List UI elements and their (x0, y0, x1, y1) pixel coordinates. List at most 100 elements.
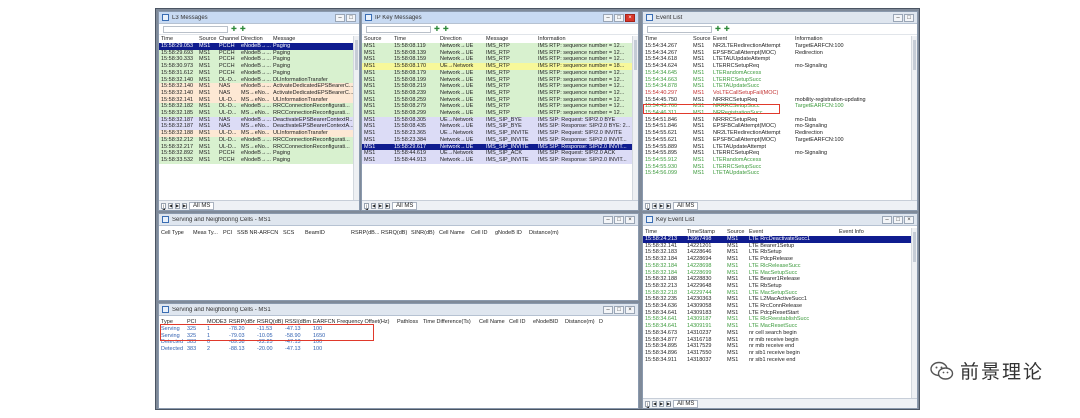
minimize-button[interactable]: – (603, 13, 613, 22)
table-row[interactable]: 15:54:34.663 MS1 LTERRCSetupSucc (643, 77, 917, 84)
vertical-scrollbar[interactable] (911, 228, 917, 398)
nav-prev-icon[interactable]: ◀ (652, 202, 657, 209)
table-row[interactable]: 15:58:34.641 14309187 MS1 LTE RlcReestablis… (643, 316, 917, 323)
minimize-button[interactable]: – (335, 13, 345, 22)
column-header[interactable]: Source (362, 35, 392, 43)
table-row[interactable]: 15:58:24.213 13967498 MS1 LTE RrcDeactivate… (643, 236, 917, 243)
table-row[interactable]: 15:58:32.213 14229648 MS1 LTE RbSetup (643, 283, 917, 290)
table-row[interactable]: 15:58:32.140 MS1 NAS MS→eNo... ActivateDedic… (159, 89, 359, 97)
nav-last-icon[interactable]: ▶| (385, 202, 390, 209)
nav-last-icon[interactable]: ▶| (666, 202, 671, 209)
nav-last-icon[interactable]: ▶| (182, 202, 187, 209)
table-row[interactable]: 15:58:34.896 14317550 MS1 nr sib1 receive b… (643, 350, 917, 357)
table-row[interactable]: MS1 15:58:08.170 UE→Network IMS_RTP IMS RTP:… (362, 63, 638, 70)
nav-first-icon[interactable]: |◀ (364, 202, 369, 210)
column-header[interactable]: Direction (438, 35, 484, 43)
table-row[interactable]: 15:54:34.624 MS1 LTERRCSetupReq mo-Signalin… (643, 63, 917, 70)
table-row[interactable]: 15:58:29.693 MS1 PCCH eNodeB→... Paging (159, 49, 359, 57)
table-row[interactable]: 15:58:32.235 14230363 MS1 LTE L2MacActiveSu… (643, 296, 917, 303)
table-row[interactable]: 15:54:51.846 MS1 EPSFBCallAttempt(MOC) mo-S… (643, 123, 917, 130)
column-header[interactable]: Time (643, 35, 691, 43)
table-row[interactable]: 15:54:55.889 MS1 LTETAUpdateAttempt (643, 144, 917, 151)
column-header[interactable]: Source (197, 35, 217, 43)
table-row[interactable]: 15:58:32.184 14228694 MS1 LTE PdcpRelease (643, 256, 917, 263)
minimize-button[interactable]: – (893, 13, 903, 22)
column-header[interactable]: Time Difference(Ts) (421, 318, 477, 326)
column-header[interactable]: D (597, 318, 638, 326)
table-row[interactable]: 15:58:32.187 MS1 NAS MS→eNo... DeactivateEPS… (159, 123, 359, 131)
nav-next-icon[interactable]: ▶ (659, 202, 664, 209)
minimize-button[interactable]: – (882, 215, 892, 224)
table-row[interactable]: 15:58:34.877 14316718 MS1 nr mib receive be… (643, 337, 917, 344)
table-row[interactable]: 15:58:32.212 MS1 DL-D... eNodeB→... RRCConne… (159, 136, 359, 144)
ip-filter-box[interactable] (366, 25, 431, 33)
table-row[interactable]: 15:54:40.297 MS1 VoLTECallSetupFail(MOC) (643, 90, 917, 97)
column-header[interactable]: Time (159, 35, 197, 43)
table-row[interactable]: 15:54:34.618 MS1 LTETAUUpdateAttempt (643, 56, 917, 63)
l3-filter-box[interactable] (163, 25, 228, 33)
table-row[interactable]: 15:58:32.187 MS1 NAS eNodeB→... DeactivateEP… (159, 116, 359, 124)
table-row[interactable]: 15:58:34.911 14318037 MS1 nr sib1 receive e… (643, 357, 917, 364)
column-header[interactable]: BeamID (303, 229, 349, 237)
column-header[interactable]: Event (747, 228, 837, 236)
table-row[interactable]: 15:54:55.895 MS1 LTERRCSetupReq mo-Signalin… (643, 150, 917, 157)
nav-prev-icon[interactable]: ◀ (371, 202, 376, 209)
maximize-button[interactable]: □ (614, 305, 624, 314)
table-row[interactable]: 15:58:32.183 14228646 MS1 LTE RbSetup (643, 249, 917, 256)
column-header[interactable]: Distance(m) (563, 318, 597, 326)
table-row[interactable]: 15:58:34.895 14317529 MS1 nr mib receive en… (643, 343, 917, 350)
tab-all-ms[interactable]: All MS (673, 201, 699, 210)
table-row[interactable]: MS1 15:58:44.913 Network→UE IMS_SIP_INVITE I… (362, 156, 638, 164)
table-row[interactable]: MS1 15:58:08.305 UE→Network IMS_SIP_BYE IMS … (362, 116, 638, 124)
table-row[interactable]: 15:58:32.141 14221201 MS1 LTE Bearer1Setup (643, 243, 917, 250)
arrow-down-icon[interactable]: ✚ (443, 26, 449, 33)
table-row[interactable]: Detected 383 2 -88.13 -20.00 -47.13 100 (159, 346, 638, 353)
column-header[interactable]: Message (271, 35, 359, 43)
column-header[interactable]: Direction (239, 35, 271, 43)
table-row[interactable]: 15:58:32.140 MS1 NAS eNodeB→... ActivateDedi… (159, 83, 359, 90)
table-row[interactable]: 15:58:30.333 MS1 PCCH eNodeB→... Paging (159, 56, 359, 64)
vertical-scrollbar[interactable] (632, 36, 638, 200)
column-header[interactable]: Source (725, 228, 747, 236)
table-row[interactable]: 15:54:55.912 MS1 LTERandomAccess (643, 157, 917, 164)
table-row[interactable]: 15:58:32.185 MS1 UL-D... MS→eNo... RRCConnec… (159, 110, 359, 117)
table-row[interactable]: MS1 15:58:23.365 UE→Network IMS_SIP_INVITE I… (362, 130, 638, 137)
table-row[interactable]: 15:54:56.099 MS1 LTETAUpdateSucc (643, 170, 917, 177)
column-header[interactable]: SCS (281, 229, 303, 237)
vertical-scrollbar[interactable] (353, 36, 359, 200)
table-row[interactable]: MS1 15:58:44.619 UE→Network IMS_SIP_ACK IMS … (362, 150, 638, 157)
column-header[interactable]: RSRQ(dB) (379, 229, 409, 237)
table-row[interactable]: 15:58:32.892 MS1 PCCH eNodeB→... Paging (159, 150, 359, 157)
column-header[interactable]: Source (691, 35, 711, 43)
table-row[interactable]: MS1 15:58:08.119 Network→UE IMS_RTP IMS RTP:… (362, 43, 638, 50)
lte-titlebar[interactable]: Serving and Neighboring Cells - MS1 – □ × (159, 304, 638, 316)
table-row[interactable]: 15:58:29.053 MS1 PCCH eNodeB→... Paging (159, 43, 359, 50)
column-header[interactable]: PCI (221, 229, 235, 237)
column-header[interactable]: Distance(m) (527, 229, 638, 237)
table-row[interactable]: 15:58:32.140 MS1 DL-D... eNodeB→... DLInform… (159, 76, 359, 84)
table-row[interactable]: 15:58:33.532 MS1 PCCH eNodeB→... Paging (159, 156, 359, 164)
table-row[interactable]: 15:58:32.184 14228699 MS1 LTE MacSetupSucc (643, 270, 917, 277)
column-header[interactable]: Event Info (837, 228, 917, 236)
table-row[interactable]: MS1 15:58:08.179 Network→UE IMS_RTP IMS RTP:… (362, 69, 638, 77)
table-row[interactable]: 15:58:32.184 14228698 MS1 LTE RlcReleaseSuc… (643, 263, 917, 270)
table-row[interactable]: 15:54:34.645 MS1 LTERandomAccess (643, 70, 917, 77)
close-button[interactable]: × (625, 13, 635, 22)
nav-first-icon[interactable]: |◀ (161, 202, 166, 210)
tab-all-ms[interactable]: All MS (189, 201, 215, 210)
column-header[interactable]: Cell Name (437, 229, 469, 237)
nav-next-icon[interactable]: ▶ (175, 202, 180, 209)
table-row[interactable]: MS1 15:58:08.299 Network→UE IMS_RTP IMS RTP:… (362, 110, 638, 117)
column-header[interactable]: eNodeBID (531, 318, 563, 326)
table-row[interactable]: 15:54:55.930 MS1 LTERRCSetupSucc (643, 164, 917, 171)
l3-titlebar[interactable]: L3 Messages – □ (159, 12, 359, 24)
table-row[interactable]: MS1 15:58:08.435 Network→UE IMS_SIP_BYE IMS … (362, 123, 638, 131)
table-row[interactable]: MS1 15:58:08.159 Network→UE IMS_RTP IMS RTP:… (362, 56, 638, 64)
column-header[interactable]: SSB NR-ARFCN (235, 229, 281, 237)
arrow-up-icon[interactable]: ✚ (434, 26, 440, 33)
ev-titlebar[interactable]: Event List – □ (643, 12, 917, 24)
arrow-down-icon[interactable]: ✚ (240, 26, 246, 33)
table-row[interactable]: MS1 15:58:08.259 Network→UE IMS_RTP IMS RTP:… (362, 96, 638, 104)
nav-prev-icon[interactable]: ◀ (652, 400, 657, 407)
maximize-button[interactable]: □ (614, 215, 624, 224)
